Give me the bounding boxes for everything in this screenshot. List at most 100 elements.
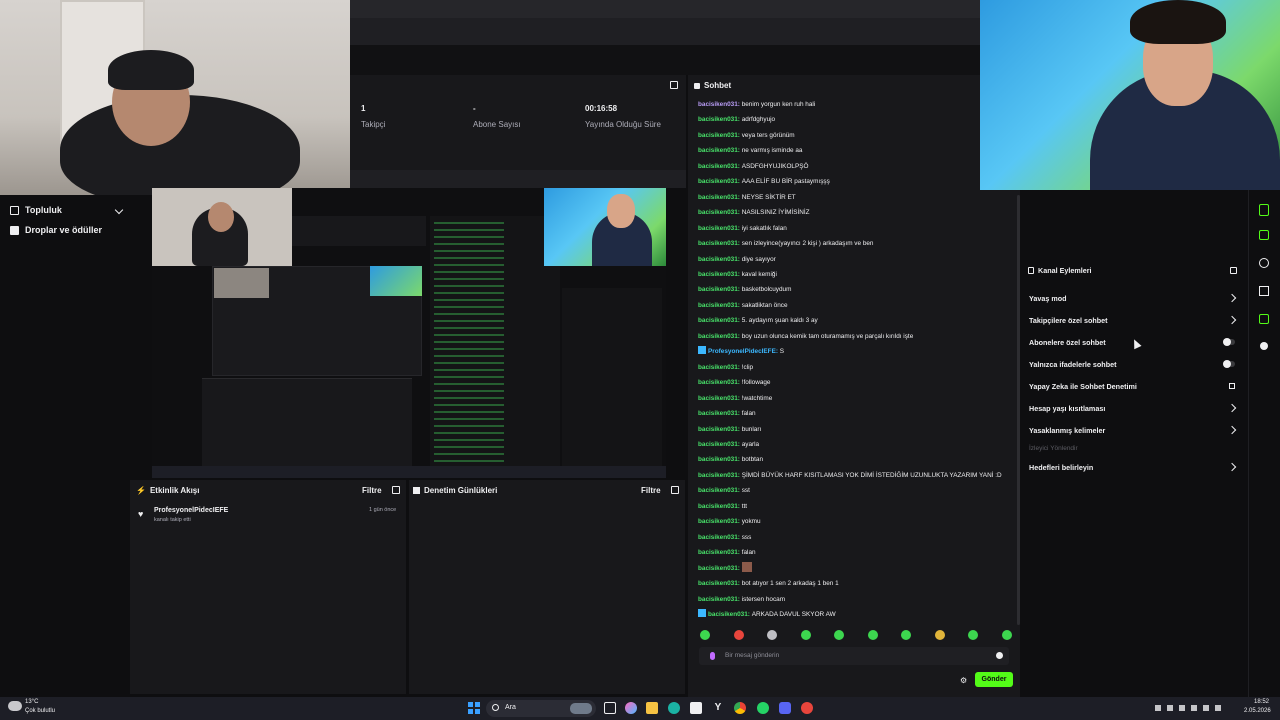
top-bar xyxy=(350,0,980,75)
chat-username[interactable]: bacisiken031 xyxy=(698,364,738,371)
send-button[interactable]: Gönder xyxy=(975,672,1013,687)
rail-broadcast-icon[interactable] xyxy=(1259,258,1269,268)
mic-icon[interactable] xyxy=(710,652,715,660)
chevron-down-icon[interactable] xyxy=(114,205,124,215)
emote-icon[interactable] xyxy=(1001,630,1012,640)
chat-username[interactable]: bacisiken031 xyxy=(698,209,738,216)
chat-username[interactable]: bacisiken031 xyxy=(698,426,738,433)
chat-username[interactable]: bacisiken031 xyxy=(698,178,738,185)
chat-username[interactable]: bacisiken031 xyxy=(698,116,738,123)
popout-icon[interactable] xyxy=(392,486,400,494)
chat-username[interactable]: bacisiken031 xyxy=(698,487,738,494)
popout-icon[interactable] xyxy=(671,486,679,494)
channel-action-item[interactable]: Takipçilere özel sohbet xyxy=(1029,309,1241,331)
task-view-icon[interactable] xyxy=(604,702,616,714)
taskbar-search[interactable]: Ara xyxy=(486,700,596,717)
chat-username[interactable]: ProfesyonelPidecIEFE xyxy=(708,348,776,355)
app-icon[interactable] xyxy=(801,702,813,714)
emote-icon[interactable] xyxy=(867,630,878,640)
chat-username[interactable]: bacisiken031 xyxy=(698,441,738,448)
discord-icon[interactable] xyxy=(779,702,791,714)
chat-username[interactable]: bacisiken031 xyxy=(698,472,738,479)
yandex-icon[interactable]: Y xyxy=(712,702,724,714)
chat-message: bacisiken031: adrfdghyujo xyxy=(698,116,776,124)
chat-username[interactable]: bacisiken031 xyxy=(698,302,738,309)
toggle-switch[interactable] xyxy=(1223,338,1235,346)
chat-username[interactable]: bacisiken031 xyxy=(698,225,738,232)
activity-filter-button[interactable]: Filtre xyxy=(362,486,382,495)
chat-username[interactable]: bacisiken031 xyxy=(698,580,738,587)
chat-username[interactable]: bacisiken031 xyxy=(698,596,738,603)
emote-icon[interactable] xyxy=(700,630,710,640)
chat-username[interactable]: bacisiken031 xyxy=(698,549,738,556)
chat-username[interactable]: bacisiken031 xyxy=(698,456,738,463)
chat-username[interactable]: bacisiken031 xyxy=(698,379,738,386)
event-user: ProfesyonelPidecIEFE xyxy=(154,507,229,514)
chat-username[interactable]: bacisiken031 xyxy=(698,565,738,572)
chat-username[interactable]: bacisiken031 xyxy=(698,518,738,525)
chat-username[interactable]: bacisiken031 xyxy=(698,503,738,510)
chat-username[interactable]: bacisiken031 xyxy=(698,240,738,247)
chat-input[interactable]: Bir mesaj gönderin xyxy=(699,647,1009,665)
chat-username[interactable]: bacisiken031 xyxy=(698,256,738,263)
chat-username[interactable]: bacisiken031 xyxy=(698,534,738,541)
popout-icon[interactable] xyxy=(670,81,678,89)
emote-icon[interactable] xyxy=(901,630,912,640)
start-button[interactable] xyxy=(468,702,480,714)
emote-icon[interactable] xyxy=(934,630,945,640)
clock-date[interactable]: 2.05.2026 xyxy=(1244,708,1271,714)
chat-message: bacisiken031: bot atıyor 1 sen 2 arkadaş… xyxy=(698,580,839,588)
chat-username[interactable]: bacisiken031 xyxy=(698,317,738,324)
channel-action-item[interactable]: Yalnızca ifadelerle sohbet xyxy=(1029,353,1241,375)
chat-username[interactable]: bacisiken031 xyxy=(698,410,738,417)
rail-grid-icon[interactable] xyxy=(1259,286,1269,296)
channel-action-item[interactable]: Hesap yaşı kısıtlaması xyxy=(1029,397,1241,419)
chat-message: bacisiken031: sakatliktan önce xyxy=(698,301,788,309)
clock-time[interactable]: 18:52 xyxy=(1254,699,1269,705)
chat-username[interactable]: bacisiken031 xyxy=(698,286,738,293)
rail-chat-icon[interactable] xyxy=(1259,230,1269,240)
chat-scrollbar[interactable] xyxy=(1017,195,1020,625)
chat-username[interactable]: bacisiken031 xyxy=(698,132,738,139)
chat-username[interactable]: bacisiken031 xyxy=(698,163,738,170)
chat-text: iyi sakatlık falan xyxy=(741,224,787,232)
settings-gear-icon[interactable]: ⚙ xyxy=(960,676,967,685)
rail-icon-1[interactable] xyxy=(1259,204,1269,216)
popout-icon[interactable] xyxy=(1230,267,1237,274)
chat-username[interactable]: bacisiken031 xyxy=(698,395,738,402)
store-icon[interactable] xyxy=(690,702,702,714)
chat-username[interactable]: bacisiken031 xyxy=(698,271,738,278)
moderation-filter-button[interactable]: Filtre xyxy=(641,486,661,495)
chat-username[interactable]: bacisiken031 xyxy=(698,194,738,201)
chat-text: bunları xyxy=(741,425,762,433)
webcam-left xyxy=(0,0,350,195)
edge-icon[interactable] xyxy=(668,702,680,714)
toggle-switch[interactable] xyxy=(1223,360,1235,368)
tray-icons[interactable] xyxy=(1155,705,1225,711)
rail-wrench-icon[interactable] xyxy=(1259,314,1269,324)
chrome-icon[interactable] xyxy=(734,702,746,714)
emote-icon[interactable] xyxy=(767,630,778,640)
file-explorer-icon[interactable] xyxy=(646,702,658,714)
chat-username[interactable]: bacisiken031 xyxy=(698,333,738,340)
live-duration-label: Yayında Olduğu Süre xyxy=(585,120,661,129)
emote-icon[interactable] xyxy=(733,630,744,640)
chat-username[interactable]: bacisiken031 xyxy=(698,147,738,154)
channel-action-item[interactable]: Yavaş mod xyxy=(1029,287,1241,309)
heart-icon: ♥ xyxy=(138,509,144,519)
nav-item-community[interactable]: Topluluk xyxy=(10,200,124,220)
emote-icon[interactable] xyxy=(834,630,845,640)
copilot-icon[interactable] xyxy=(625,702,637,714)
chat-username[interactable]: bacisiken031 xyxy=(708,611,748,618)
rail-plugin-icon[interactable] xyxy=(1260,342,1268,350)
nav-item-drops[interactable]: Droplar ve ödüller xyxy=(10,220,102,240)
emoji-icon[interactable] xyxy=(996,652,1003,659)
emote-icon[interactable] xyxy=(968,630,979,640)
channel-action-item[interactable]: Yapay Zeka ile Sohbet Denetimi xyxy=(1029,375,1241,397)
chat-message: bacisiken031: benim yorgun ken ruh hali xyxy=(698,101,816,108)
emote-icon[interactable] xyxy=(800,630,811,640)
chat-username[interactable]: bacisiken031 xyxy=(698,101,738,108)
set-goals-item[interactable]: Hedefleri belirleyin xyxy=(1029,456,1241,478)
channel-action-item[interactable]: Yasaklanmış kelimeler xyxy=(1029,419,1241,441)
whatsapp-icon[interactable] xyxy=(757,702,769,714)
